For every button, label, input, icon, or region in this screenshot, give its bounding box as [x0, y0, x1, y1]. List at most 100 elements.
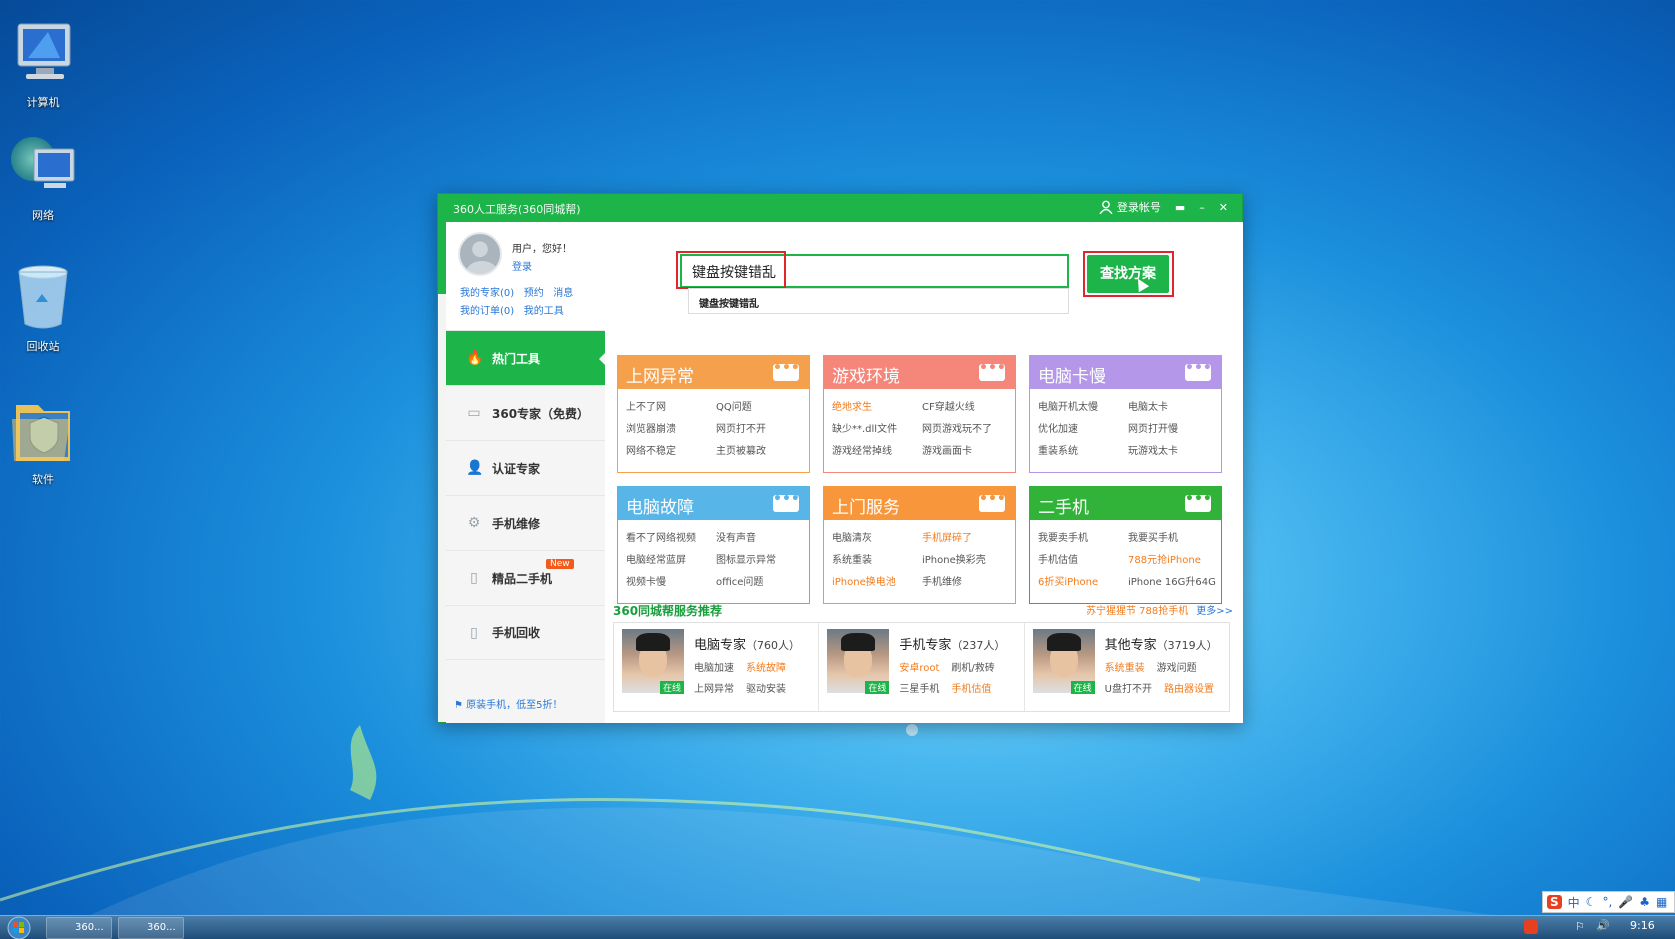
nav-item-certified-expert[interactable]: 👤 认证专家: [446, 440, 605, 495]
login-account-button[interactable]: 登录帐号: [1099, 199, 1161, 215]
more-dots-icon[interactable]: •••: [1185, 492, 1212, 512]
tray-volume-icon[interactable]: 🔊: [1596, 919, 1610, 932]
minimize-icon[interactable]: –: [1199, 201, 1205, 214]
ime-toolbar[interactable]: S 中 ☾ °, 🎤 ♣ ▦: [1542, 891, 1675, 913]
my-orders-link[interactable]: 我的订单(0): [460, 306, 514, 317]
problem-link[interactable]: 网页打开慢: [1128, 420, 1218, 435]
mic-icon[interactable]: 🎤: [1618, 895, 1633, 909]
problem-link[interactable]: 电脑经常蓝屏: [626, 551, 716, 566]
tray-sogou-icon[interactable]: [1524, 920, 1538, 934]
problem-link[interactable]: 网络不稳定: [626, 442, 716, 457]
more-dots-icon[interactable]: •••: [773, 361, 800, 381]
problem-link[interactable]: 网页游戏玩不了: [922, 420, 1012, 435]
nav-item-360-expert[interactable]: ▭ 360专家（免费）: [446, 385, 605, 440]
avatar[interactable]: [458, 232, 502, 276]
skin-icon[interactable]: ♣: [1639, 895, 1650, 909]
expert-card[interactable]: 在线 手机专家（237人） 安卓root 刷机/救砖 三星手机 手机估值: [819, 623, 1025, 711]
more-dots-icon[interactable]: •••: [1185, 361, 1212, 381]
category-card-header[interactable]: 电脑故障 •••: [618, 487, 809, 520]
problem-link[interactable]: iPhone换电池: [832, 573, 922, 588]
expert-tag-link[interactable]: U盘打不开: [1105, 684, 1152, 695]
taskbar-item-360-service[interactable]: 360...: [118, 917, 184, 939]
problem-link[interactable]: 电脑清灰: [832, 529, 922, 544]
problem-link[interactable]: CF穿越火线: [922, 398, 1012, 413]
expert-tag-link[interactable]: 路由器设置: [1164, 684, 1214, 695]
problem-link[interactable]: 优化加速: [1038, 420, 1128, 435]
nav-item-phone-repair[interactable]: ⚙ 手机维修: [446, 495, 605, 550]
problem-link[interactable]: office问题: [716, 573, 806, 588]
expert-tag-link[interactable]: 安卓root: [899, 663, 939, 674]
problem-link[interactable]: 网页打不开: [716, 420, 806, 435]
problem-link[interactable]: 系统重装: [832, 551, 922, 566]
problem-link[interactable]: QQ问题: [716, 398, 806, 413]
punctuation-icon[interactable]: °,: [1602, 895, 1612, 909]
expert-tag-link[interactable]: 驱动安装: [746, 684, 786, 695]
problem-link[interactable]: 我要卖手机: [1038, 529, 1128, 544]
category-card-header[interactable]: 二手机 •••: [1030, 487, 1221, 520]
category-card-header[interactable]: 游戏环境 •••: [824, 356, 1015, 389]
expert-tag-link[interactable]: 上网异常: [694, 684, 734, 695]
taskbar-item-360-guard[interactable]: 360...: [46, 917, 112, 939]
search-suggestion[interactable]: 键盘按键错乱: [688, 288, 1069, 314]
more-link[interactable]: 更多>>: [1196, 606, 1233, 617]
problem-link[interactable]: 手机屏碎了: [922, 529, 1012, 544]
desktop-icon-computer[interactable]: 计算机: [0, 18, 86, 110]
clock[interactable]: 9:16: [1630, 919, 1655, 932]
expert-card[interactable]: 在线 电脑专家（760人） 电脑加速 系统故障 上网异常 驱动安装: [614, 623, 820, 711]
problem-link[interactable]: 视频卡慢: [626, 573, 716, 588]
tray-flag-icon[interactable]: ⚐: [1575, 920, 1585, 933]
problem-link[interactable]: 玩游戏太卡: [1128, 442, 1218, 457]
messages-link[interactable]: 消息: [553, 288, 573, 299]
problem-link[interactable]: iPhone 16G升64G: [1128, 573, 1218, 588]
desktop-icon-recycle-bin[interactable]: 回收站: [0, 262, 86, 354]
problem-link[interactable]: 没有声音: [716, 529, 806, 544]
problem-link[interactable]: 6折买iPhone: [1038, 573, 1128, 588]
category-card-header[interactable]: 电脑卡慢 •••: [1030, 356, 1221, 389]
menu-icon[interactable]: ▬: [1175, 201, 1185, 214]
category-card-header[interactable]: 上门服务 •••: [824, 487, 1015, 520]
problem-link[interactable]: 图标显示异常: [716, 551, 806, 566]
close-icon[interactable]: ✕: [1219, 201, 1228, 214]
nav-item-hot-tools[interactable]: 🔥 热门工具: [446, 330, 606, 385]
problem-link[interactable]: 电脑太卡: [1128, 398, 1218, 413]
appointment-link[interactable]: 预约: [524, 288, 544, 299]
problem-link[interactable]: 浏览器崩溃: [626, 420, 716, 435]
category-card-header[interactable]: 上网异常 •••: [618, 356, 809, 389]
expert-tag-link[interactable]: 电脑加速: [694, 663, 734, 674]
my-tools-link[interactable]: 我的工具: [524, 306, 564, 317]
expert-tag-link[interactable]: 刷机/救砖: [951, 663, 994, 674]
login-link[interactable]: 登录: [512, 258, 532, 273]
problem-link[interactable]: 绝地求生: [832, 398, 922, 413]
ime-mode[interactable]: 中: [1568, 894, 1580, 911]
problem-link[interactable]: 游戏经常掉线: [832, 442, 922, 457]
problem-link[interactable]: 我要买手机: [1128, 529, 1218, 544]
more-dots-icon[interactable]: •••: [979, 361, 1006, 381]
expert-tag-link[interactable]: 三星手机: [899, 684, 939, 695]
problem-link[interactable]: iPhone换彩壳: [922, 551, 1012, 566]
expert-tag-link[interactable]: 游戏问题: [1157, 663, 1197, 674]
problem-link[interactable]: 手机估值: [1038, 551, 1128, 566]
problem-link[interactable]: 主页被篡改: [716, 442, 806, 457]
my-experts-link[interactable]: 我的专家(0): [460, 288, 514, 299]
problem-link[interactable]: 上不了网: [626, 398, 716, 413]
expert-tag-link[interactable]: 系统故障: [746, 663, 786, 674]
expert-card[interactable]: 在线 其他专家（3719人） 系统重装 游戏问题 U盘打不开 路由器设置: [1025, 623, 1229, 711]
desktop-icon-software-folder[interactable]: 软件: [0, 395, 86, 487]
nav-item-phone-recycle[interactable]: ▯ 手机回收: [446, 605, 605, 660]
more-dots-icon[interactable]: •••: [773, 492, 800, 512]
expert-tag-link[interactable]: 系统重装: [1105, 663, 1145, 674]
more-dots-icon[interactable]: •••: [979, 492, 1006, 512]
problem-link[interactable]: 重装系统: [1038, 442, 1128, 457]
sogou-icon[interactable]: S: [1547, 895, 1562, 909]
nav-item-used-phones[interactable]: ▯ 精品二手机 New: [446, 550, 605, 605]
problem-link[interactable]: 游戏画面卡: [922, 442, 1012, 457]
problem-link[interactable]: 电脑开机太慢: [1038, 398, 1128, 413]
expert-tag-link[interactable]: 手机估值: [951, 684, 991, 695]
start-button[interactable]: [6, 916, 32, 939]
problem-link[interactable]: 788元抢iPhone: [1128, 551, 1218, 566]
promo-link[interactable]: ⚑ 原装手机，低至5折！: [454, 696, 563, 711]
grid-icon[interactable]: ▦: [1656, 895, 1667, 909]
section-promo-link[interactable]: 苏宁猩猩节 788抢手机: [1086, 606, 1188, 617]
problem-link[interactable]: 看不了网络视频: [626, 529, 716, 544]
problem-link[interactable]: 手机维修: [922, 573, 1012, 588]
